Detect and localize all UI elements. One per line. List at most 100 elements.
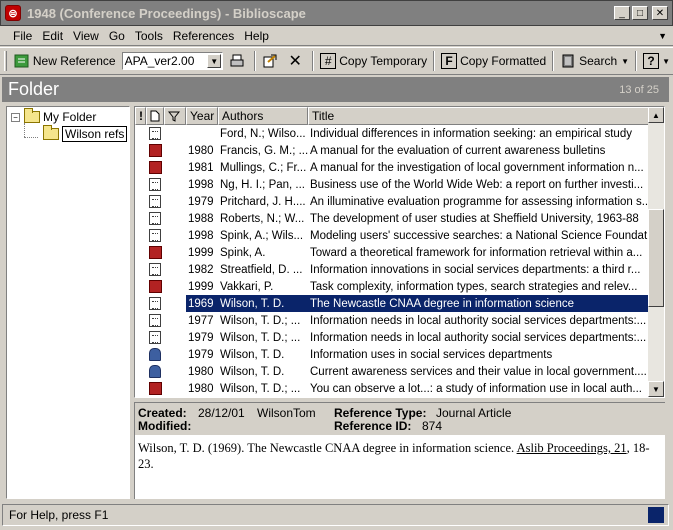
- table-row[interactable]: 1977 Wilson, T. D.; ... Information needs …: [135, 312, 649, 329]
- table-row[interactable]: 1998 Spink, A.; Wils... Modeling users' su…: [135, 227, 649, 244]
- menu-file[interactable]: File: [8, 29, 37, 43]
- flag-cell[interactable]: [135, 295, 146, 312]
- flag-cell[interactable]: [135, 346, 146, 363]
- journal-article-icon: [149, 195, 161, 208]
- authors-cell: Wilson, T. D.; ...: [220, 331, 301, 344]
- flag-cell[interactable]: [135, 363, 146, 380]
- flag-cell[interactable]: [135, 176, 146, 193]
- table-row[interactable]: 1979 Wilson, T. D.; ... Information needs …: [135, 329, 649, 346]
- scroll-thumb[interactable]: [648, 209, 664, 307]
- flag-cell[interactable]: [135, 244, 146, 261]
- journal-article-icon: [149, 331, 161, 344]
- type-cell: [146, 125, 164, 142]
- column-header-attach[interactable]: [164, 107, 186, 125]
- type-cell: [146, 193, 164, 210]
- flag-cell[interactable]: [135, 125, 146, 142]
- import-icon: [262, 53, 278, 69]
- tree-node-label: My Folder: [43, 110, 97, 124]
- collapse-icon[interactable]: −: [11, 112, 20, 122]
- maximize-button[interactable]: □: [632, 6, 648, 20]
- help-button[interactable]: ? ▼: [640, 50, 673, 72]
- citation-text: Wilson, T. D. (1969). The Newcastle CNAA…: [138, 441, 517, 455]
- flag-cell[interactable]: [135, 380, 146, 397]
- menu-overflow-icon[interactable]: ▼: [658, 31, 667, 41]
- scroll-down-icon[interactable]: ▼: [648, 381, 664, 397]
- folder-title: Folder: [8, 79, 60, 99]
- table-row[interactable]: Ford, N.; Wilso... Individual differences…: [135, 125, 649, 142]
- minimize-button[interactable]: _: [614, 6, 630, 20]
- year-cell: 1979: [188, 348, 214, 361]
- copy-temporary-button[interactable]: # Copy Temporary: [317, 50, 430, 72]
- output-style-select[interactable]: APA_ver2.00 ▼: [121, 52, 224, 70]
- reference-id-label: Reference ID:: [334, 419, 412, 433]
- toolbar-separator: [635, 51, 638, 71]
- chevron-down-icon[interactable]: ▼: [621, 57, 629, 66]
- scroll-up-icon[interactable]: ▲: [648, 107, 664, 123]
- title-cell: Information innovations in social servic…: [310, 263, 641, 276]
- year-cell: [186, 125, 218, 142]
- attach-cell: [164, 329, 186, 346]
- flag-cell[interactable]: [135, 312, 146, 329]
- attach-cell: [164, 244, 186, 261]
- flag-cell[interactable]: [135, 278, 146, 295]
- year-cell: 1979: [188, 331, 214, 344]
- table-row[interactable]: 1980 Francis, G. M.; ... A manual for the …: [135, 142, 649, 159]
- tree-node-my-folder[interactable]: − My Folder: [11, 108, 97, 124]
- table-row[interactable]: 1981 Mullings, C.; Fr... A manual for the …: [135, 159, 649, 176]
- copy-formatted-button[interactable]: F Copy Formatted: [438, 50, 549, 72]
- chevron-down-icon[interactable]: ▼: [662, 57, 670, 66]
- vertical-scrollbar[interactable]: ▲ ▼: [648, 107, 664, 397]
- tree-node-wilson-refs[interactable]: Wilson refs: [43, 125, 128, 142]
- new-reference-button[interactable]: New Reference: [11, 50, 119, 72]
- flag-cell[interactable]: [135, 159, 146, 176]
- menu-references[interactable]: References: [168, 29, 239, 43]
- year-cell: 1998: [188, 229, 214, 242]
- flag-cell[interactable]: [135, 227, 146, 244]
- journal-article-icon: [149, 127, 161, 140]
- table-row[interactable]: 1988 Roberts, N.; W... The development of …: [135, 210, 649, 227]
- flag-cell[interactable]: [135, 210, 146, 227]
- title-cell: Current awareness services and their val…: [310, 365, 647, 378]
- close-button[interactable]: ✕: [652, 6, 668, 20]
- toolbar-grip[interactable]: [4, 51, 7, 71]
- menu-go[interactable]: Go: [104, 29, 130, 43]
- authors-cell: Francis, G. M.; ...: [220, 144, 308, 157]
- table-row[interactable]: 1999 Spink, A. Toward a theoretical framew…: [135, 244, 649, 261]
- import-button[interactable]: [259, 50, 284, 72]
- table-row[interactable]: 1980 Wilson, T. D. Current awareness servi…: [135, 363, 649, 380]
- authors-cell: Mullings, C.; Fr...: [220, 161, 307, 174]
- chevron-down-icon[interactable]: ▼: [207, 54, 222, 68]
- year-cell: 1969: [188, 297, 214, 310]
- journal-article-icon: [149, 297, 161, 310]
- column-header-type[interactable]: [146, 107, 164, 125]
- resize-grip-icon[interactable]: [648, 507, 664, 523]
- app-icon[interactable]: ⊜: [5, 5, 21, 21]
- search-button[interactable]: Search ▼: [557, 50, 632, 72]
- citation-journal[interactable]: Aslib Proceedings, 21: [517, 441, 627, 455]
- delete-button[interactable]: ✕: [284, 50, 309, 72]
- column-header-title[interactable]: Title: [308, 107, 649, 125]
- table-row[interactable]: 1998 Ng, H. I.; Pan, ... Business use of t…: [135, 176, 649, 193]
- table-row[interactable]: 1980 Wilson, T. D.; ... You can observe a …: [135, 380, 649, 397]
- column-header-year[interactable]: Year: [186, 107, 218, 125]
- table-row[interactable]: 1979 Pritchard, J. H.... An illuminative e…: [135, 193, 649, 210]
- table-row[interactable]: 1979 Wilson, T. D. Information uses in soc…: [135, 346, 649, 363]
- flag-cell[interactable]: [135, 329, 146, 346]
- table-row[interactable]: 1999 Vakkari, P. Task complexity, informat…: [135, 278, 649, 295]
- menu-tools[interactable]: Tools: [130, 29, 168, 43]
- journal-article-icon: [149, 263, 161, 276]
- delete-icon: ✕: [288, 53, 302, 70]
- table-row[interactable]: 1982 Streatfield, D. ... Information innov…: [135, 261, 649, 278]
- print-button[interactable]: [226, 50, 251, 72]
- column-header-authors[interactable]: Authors: [218, 107, 308, 125]
- menu-edit[interactable]: Edit: [37, 29, 68, 43]
- column-header-flag[interactable]: !: [135, 107, 146, 125]
- flag-cell[interactable]: [135, 142, 146, 159]
- table-row[interactable]: 1969 Wilson, T. D. The Newcastle CNAA degr…: [135, 295, 649, 312]
- menu-help[interactable]: Help: [239, 29, 274, 43]
- journal-article-icon: [149, 178, 161, 191]
- menu-view[interactable]: View: [68, 29, 104, 43]
- flag-cell[interactable]: [135, 193, 146, 210]
- flag-cell[interactable]: [135, 261, 146, 278]
- created-label: Created:: [138, 406, 187, 420]
